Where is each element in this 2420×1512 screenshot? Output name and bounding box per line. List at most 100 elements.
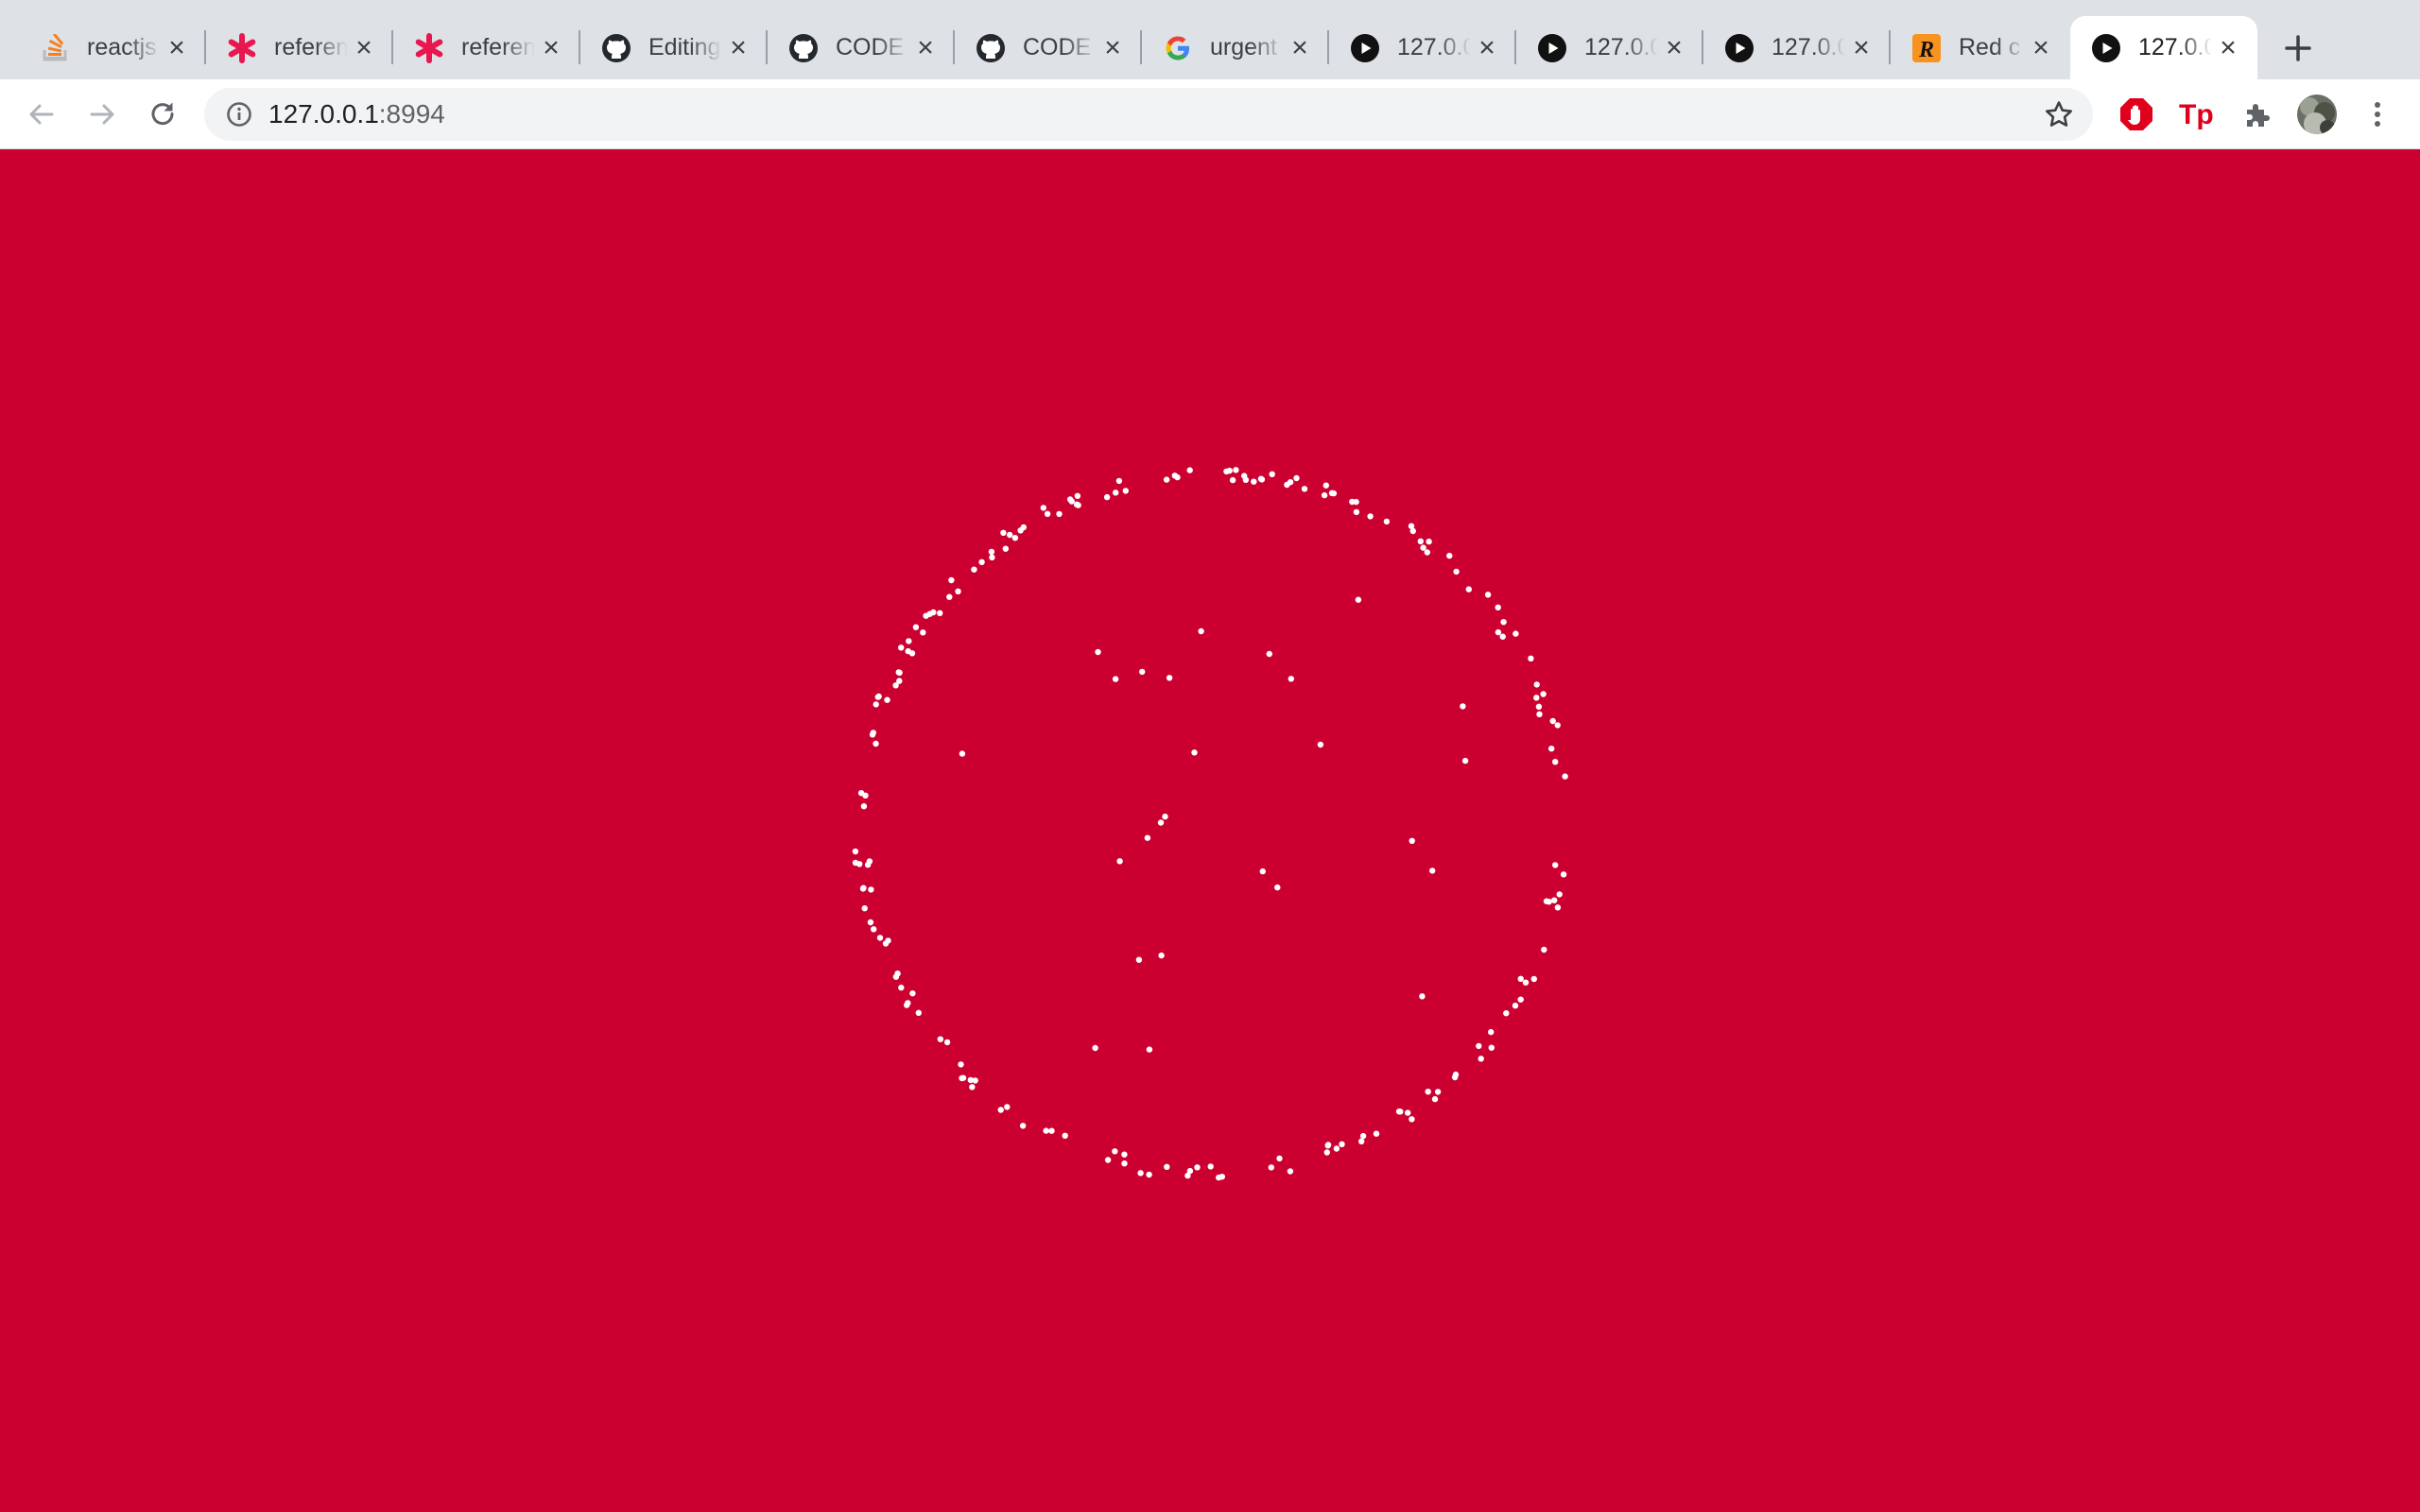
particle-dot — [860, 885, 867, 891]
reload-icon — [151, 102, 174, 126]
arrow-left-icon — [29, 104, 54, 125]
particle-dot — [912, 624, 920, 630]
tab-localhost-3[interactable]: 127.0.0.1 × — [1703, 16, 1891, 79]
bookmark-star-icon[interactable] — [2042, 97, 2076, 131]
particle-dot — [1048, 1127, 1055, 1134]
particle-dot — [1353, 498, 1359, 506]
particle-dot — [868, 886, 874, 893]
tab-title: CODE — [836, 34, 905, 60]
particle-dot — [866, 858, 873, 865]
tab-reference-2[interactable]: reference × — [393, 16, 580, 79]
address-bar[interactable]: 127.0.0.1:8994 — [204, 88, 2093, 141]
close-tab-icon[interactable]: × — [535, 32, 567, 64]
particle-dot — [1488, 1028, 1495, 1036]
particle-dot — [1162, 813, 1168, 820]
particle-dot — [1552, 862, 1559, 868]
particle-dot — [896, 669, 903, 676]
particle-dot — [959, 750, 966, 757]
tab-red-c[interactable]: R Red c × — [1891, 16, 2070, 79]
tab-code-2[interactable]: CODE × — [955, 16, 1142, 79]
page-canvas[interactable] — [0, 149, 2420, 1512]
close-tab-icon[interactable]: × — [1845, 32, 1877, 64]
particle-dot — [1092, 1044, 1098, 1052]
particle-dot — [1274, 884, 1281, 891]
particle-dot — [1322, 482, 1330, 489]
close-tab-icon[interactable]: × — [1658, 32, 1690, 64]
particle-dot — [1287, 1168, 1294, 1175]
particle-dot — [874, 694, 881, 700]
particle-dot — [1424, 549, 1431, 556]
forward-button[interactable] — [80, 93, 124, 136]
particle-canvas[interactable] — [0, 149, 2420, 1512]
tab-localhost-2[interactable]: 127.0.0.1 × — [1516, 16, 1703, 79]
particle-dot — [943, 1039, 951, 1046]
particle-dot — [1358, 1138, 1365, 1145]
reload-button[interactable] — [141, 93, 184, 136]
close-tab-icon[interactable]: × — [909, 32, 942, 64]
particle-dot — [1522, 979, 1530, 986]
extensions-button[interactable] — [2236, 93, 2279, 136]
close-tab-icon[interactable]: × — [2212, 32, 2244, 64]
particle-dot — [1517, 996, 1524, 1003]
particle-dot — [867, 919, 874, 926]
particle-dot — [1446, 552, 1453, 559]
asterisk-icon — [414, 32, 444, 63]
tab-reference-1[interactable]: reference × — [206, 16, 393, 79]
particle-dot — [898, 984, 905, 991]
particle-dot — [1323, 1149, 1331, 1156]
adblock-extension-button[interactable] — [2115, 93, 2158, 136]
tab-title: urgent — [1210, 34, 1277, 60]
tab-localhost-1[interactable]: 127.0.0.1 × — [1329, 16, 1516, 79]
particle-dot — [1420, 544, 1426, 551]
close-tab-icon[interactable]: × — [722, 32, 754, 64]
particle-dot — [955, 588, 961, 594]
close-tab-icon[interactable]: × — [1097, 32, 1129, 64]
particle-dot — [971, 566, 977, 573]
new-tab-button[interactable] — [2276, 26, 2320, 70]
tab-urgent[interactable]: urgent × — [1142, 16, 1329, 79]
particle-dot — [1293, 474, 1300, 482]
particle-dot — [1229, 476, 1236, 484]
close-tab-icon[interactable]: × — [1471, 32, 1503, 64]
tab-editing[interactable]: Editing × — [580, 16, 768, 79]
particle-dot — [1000, 529, 1007, 536]
tp-extension-button[interactable]: Tp — [2175, 93, 2219, 136]
tab-title: reference — [274, 34, 348, 60]
arrow-right-icon — [90, 104, 114, 125]
particle-dot — [1137, 1170, 1144, 1177]
tab-title: CODE — [1023, 34, 1092, 60]
close-tab-icon[interactable]: × — [2025, 32, 2057, 64]
profile-avatar-button[interactable] — [2295, 93, 2339, 136]
particle-dot — [1276, 1155, 1283, 1162]
tab-reactjs[interactable]: reactjs × — [19, 16, 206, 79]
canvas-background — [0, 149, 2420, 1512]
particle-dot — [959, 1074, 965, 1082]
particle-dot — [1284, 481, 1290, 489]
particle-dot — [1321, 491, 1328, 499]
tab-code-1[interactable]: CODE × — [768, 16, 955, 79]
particle-dot — [920, 629, 926, 636]
particle-dot — [1216, 1174, 1222, 1181]
particle-dot — [1288, 676, 1295, 682]
tab-title: 127.0.0.1 — [1772, 34, 1845, 60]
particle-dot — [1500, 619, 1507, 626]
site-info-icon[interactable] — [223, 98, 255, 130]
particle-dot — [1367, 513, 1374, 520]
particle-dot — [1233, 467, 1239, 473]
particle-dot — [1044, 510, 1051, 517]
github-icon — [976, 33, 1006, 63]
particle-dot — [1007, 531, 1013, 539]
particle-dot — [1121, 1151, 1128, 1158]
particle-dot — [1241, 472, 1248, 479]
close-tab-icon[interactable]: × — [1284, 32, 1316, 64]
particle-dot — [1135, 956, 1143, 963]
particle-dot — [1551, 897, 1558, 903]
particle-dot — [1074, 492, 1081, 499]
particle-dot — [988, 548, 995, 556]
close-tab-icon[interactable]: × — [161, 32, 193, 64]
close-tab-icon[interactable]: × — [348, 32, 380, 64]
particle-dot — [1017, 527, 1024, 534]
tab-localhost-active[interactable]: 127.0.0.1 × — [2070, 16, 2257, 79]
back-button[interactable] — [20, 93, 63, 136]
browser-menu-button[interactable] — [2356, 93, 2399, 136]
